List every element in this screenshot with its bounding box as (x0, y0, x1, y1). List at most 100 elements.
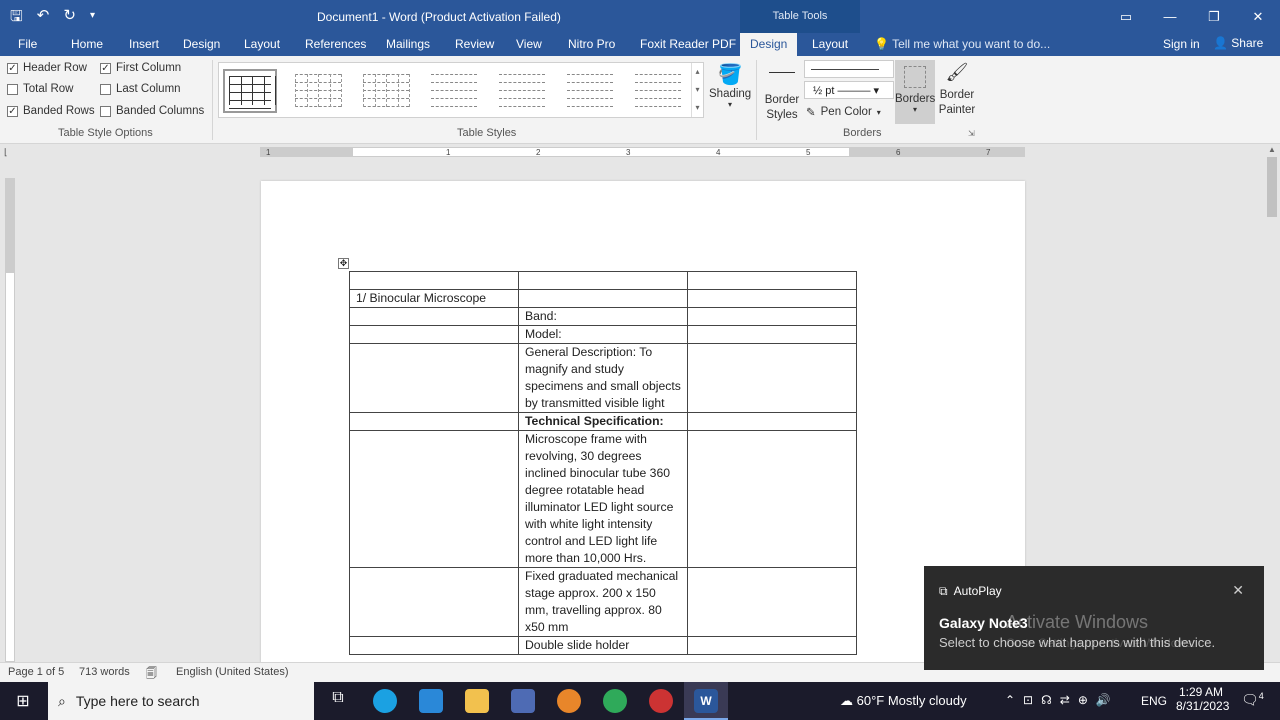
table-cell[interactable] (349, 307, 519, 326)
mail-icon[interactable] (419, 689, 443, 713)
table-cell[interactable]: Microscope frame with revolving, 30 degr… (518, 430, 688, 568)
customize-qat-icon[interactable]: ▾ (90, 6, 95, 31)
tab-insert[interactable]: Insert (129, 37, 159, 51)
file-explorer-icon[interactable] (465, 689, 489, 713)
table-cell[interactable]: 1/ Binocular Microscope (349, 289, 519, 308)
ribbon-display-icon[interactable]: ▭ (1104, 0, 1148, 33)
checkbox-banded-rows[interactable]: ✓ (7, 105, 18, 117)
line-style-dropdown[interactable] (804, 60, 894, 78)
chrome-icon[interactable] (603, 689, 627, 713)
clock[interactable]: 1:29 AM 8/31/2023 (1176, 685, 1229, 713)
store-icon[interactable] (511, 689, 535, 713)
tab-table-layout[interactable]: Layout (812, 37, 848, 51)
table-cell[interactable] (687, 325, 857, 344)
table-cell[interactable] (349, 636, 519, 655)
close-button[interactable]: ✕ (1236, 0, 1280, 33)
gallery-scroll[interactable]: ▴ ▾ ▾ (691, 63, 703, 117)
undo-icon[interactable]: ↶ (37, 6, 50, 31)
spec-table[interactable]: 1/ Binocular Microscope Band: Model: Genera… (349, 271, 857, 655)
tab-nitro-pro[interactable]: Nitro Pro (568, 37, 615, 51)
table-style-swatch[interactable] (495, 69, 549, 113)
tab-layout[interactable]: Layout (244, 37, 280, 51)
restore-button[interactable]: ❐ (1192, 0, 1236, 33)
table-cell[interactable]: Fixed graduated mechanical stage approx.… (518, 567, 688, 637)
taskbar-search[interactable]: ⌕ Type here to search (48, 682, 314, 720)
tab-mailings[interactable]: Mailings (386, 37, 430, 51)
input-language[interactable]: ENG (1141, 694, 1167, 708)
tab-foxit-reader[interactable]: Foxit Reader PDF (640, 37, 736, 51)
redo-icon[interactable]: ↻ (63, 6, 76, 31)
sign-in-link[interactable]: Sign in (1163, 37, 1200, 51)
borders-button[interactable]: Borders ▾ (895, 60, 935, 124)
table-cell[interactable] (349, 343, 519, 413)
horizontal-ruler[interactable]: 1 1 2 3 4 5 6 7 (260, 147, 1025, 157)
table-cell[interactable] (687, 343, 857, 413)
vertical-ruler[interactable] (5, 178, 15, 662)
tab-view[interactable]: View (516, 37, 542, 51)
share-button[interactable]: 👤 Share (1213, 36, 1263, 50)
vertical-scrollbar[interactable]: ▲ (1264, 145, 1280, 663)
edge-icon[interactable] (373, 689, 397, 713)
tell-me-search[interactable]: 💡 Tell me what you want to do... (874, 37, 1050, 51)
save-icon[interactable]: 🖫 (10, 6, 23, 31)
banded-rows-option[interactable]: ✓ Banded Rows (7, 105, 95, 117)
table-cell[interactable]: Band: (518, 307, 688, 326)
tab-table-design[interactable]: Design (740, 33, 798, 56)
table-cell[interactable]: Double slide holder (518, 636, 688, 655)
border-painter-button[interactable]: 🖌 Border Painter (937, 62, 977, 118)
last-column-option[interactable]: Last Column (100, 83, 181, 95)
checkbox-total-row[interactable] (7, 83, 18, 95)
table-cell[interactable]: Technical Specification: (518, 412, 688, 431)
notification-icon[interactable]: 🗨4 (1241, 691, 1264, 709)
table-cell[interactable] (349, 430, 519, 568)
page-count[interactable]: Page 1 of 5 (8, 666, 64, 678)
table-cell[interactable] (687, 307, 857, 326)
shading-button[interactable]: 🪣 Shading ▾ (709, 62, 751, 109)
table-cell[interactable]: Model: (518, 325, 688, 344)
border-styles-button[interactable]: Border Styles (762, 64, 802, 123)
autoplay-notification[interactable]: ⧉ AutoPlay ✕ Galaxy Note3 Select to choo… (924, 566, 1264, 670)
system-tray-icons[interactable]: ⌃⊡☊⇄⊕🔊 (1005, 693, 1119, 707)
table-cell[interactable] (518, 289, 688, 308)
table-cell[interactable] (349, 325, 519, 344)
recorder-icon[interactable] (649, 689, 673, 713)
minimize-button[interactable]: — (1148, 0, 1192, 33)
ruler-toggle[interactable]: ⌊ (4, 147, 16, 159)
banded-columns-option[interactable]: Banded Columns (100, 105, 204, 117)
table-cell[interactable] (687, 430, 857, 568)
table-cell[interactable] (687, 412, 857, 431)
toast-close-icon[interactable]: ✕ (1232, 582, 1244, 599)
table-style-swatch[interactable] (631, 69, 685, 113)
table-cell[interactable] (349, 271, 519, 290)
table-style-swatch[interactable] (563, 69, 617, 113)
checkbox-header-row[interactable]: ✓ (7, 62, 18, 74)
word-count[interactable]: 713 words (79, 666, 130, 678)
start-button[interactable]: ⊞ (0, 682, 46, 720)
dialog-launcher-icon[interactable]: ⇲ (968, 129, 975, 138)
first-column-option[interactable]: ✓ First Column (100, 62, 181, 74)
checkbox-first-column[interactable]: ✓ (100, 62, 111, 74)
tab-review[interactable]: Review (455, 37, 494, 51)
total-row-option[interactable]: Total Row (7, 83, 74, 95)
tab-home[interactable]: Home (71, 37, 103, 51)
table-cell[interactable] (349, 567, 519, 637)
pen-color-button[interactable]: ✎ Pen Color ▾ (806, 105, 881, 119)
table-cell[interactable] (687, 567, 857, 637)
table-style-swatch[interactable] (223, 69, 277, 113)
table-cell[interactable] (687, 271, 857, 290)
table-cell[interactable]: General Description: To magnify and stud… (518, 343, 688, 413)
language[interactable]: English (United States) (176, 666, 289, 678)
line-weight-dropdown[interactable]: ½ pt ——— ▾ (804, 81, 894, 99)
tab-references[interactable]: References (305, 37, 366, 51)
table-cell[interactable] (687, 636, 857, 655)
checkbox-banded-columns[interactable] (100, 105, 111, 117)
header-row-option[interactable]: ✓ Header Row (7, 62, 87, 74)
tab-file[interactable]: File (18, 37, 37, 51)
checkbox-last-column[interactable] (100, 83, 111, 95)
table-style-swatch[interactable] (291, 69, 345, 113)
table-style-swatch[interactable] (359, 69, 413, 113)
table-move-handle[interactable]: ✥ (338, 258, 349, 269)
scrollbar-thumb[interactable] (1267, 157, 1277, 217)
table-cell[interactable] (518, 271, 688, 290)
table-cell[interactable] (687, 289, 857, 308)
